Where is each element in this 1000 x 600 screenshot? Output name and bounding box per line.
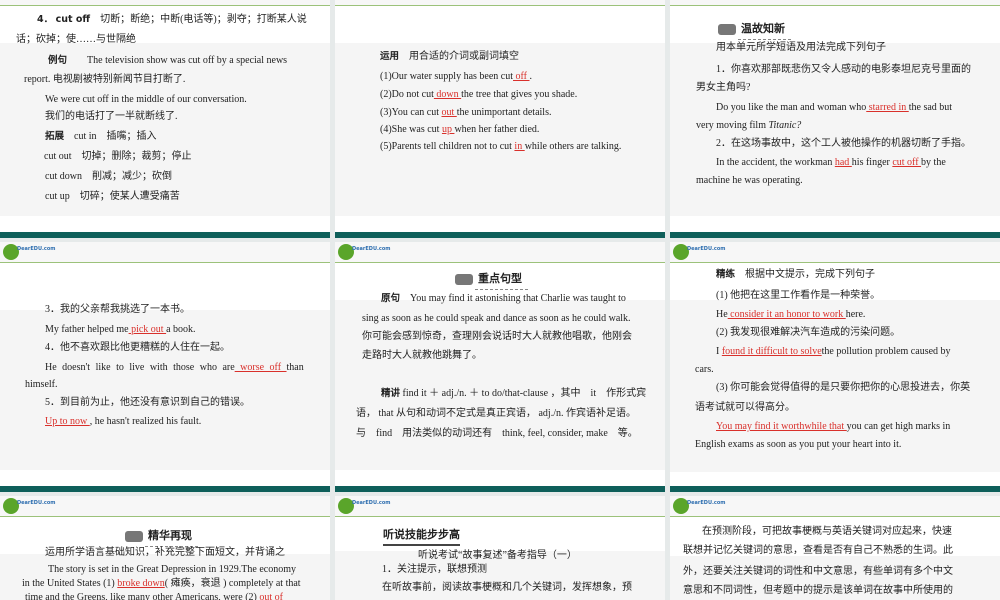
question: (2) 我发现很难解决汽车造成的污染问题。	[716, 327, 901, 338]
answer: down	[433, 89, 462, 100]
definition: 切断；断绝；中断(电话等)；剥夺；打断某人说	[100, 14, 307, 25]
logo: DearEDU.com	[673, 498, 726, 514]
exercise-item: (3)You can cut out the unimportant detai…	[380, 107, 552, 118]
question: 5．到目前为止，他还没有意识到自己的错误。	[45, 397, 250, 408]
slide-listening-guide[interactable]: DearEDU.com 听说技能步步高 听说考试“故事复述”备考指导（一） 1．…	[335, 496, 665, 600]
question: 4．他不喜欢跟比他更糟糕的人住在一起。	[45, 342, 230, 353]
definition-cont: 话；砍掉；使……与世隔绝	[16, 34, 136, 45]
logo: DearEDU.com	[3, 498, 56, 514]
logo: DearEDU.com	[338, 498, 391, 514]
question: 1．你喜欢那部既悲伤又令人感动的电影泰坦尼克号里面的	[716, 64, 971, 75]
exercise-item: (1)Our water supply has been cut off .	[380, 71, 532, 82]
answer: found it difficult to solve	[721, 346, 822, 357]
slide-footer-bar	[670, 232, 1000, 238]
answer: consider it an honor to work	[727, 309, 846, 320]
extension-item: cut up 切碎；使某人遭受痛苦	[45, 191, 180, 202]
section-title: 听说技能步步高	[383, 526, 460, 546]
original-label: 原句	[381, 293, 401, 304]
slide-cut-off[interactable]: 4． cut off 切断；断绝；中断(电话等)；剥夺；打断某人说 话；砍掉；使…	[0, 0, 330, 232]
slide-header	[335, 0, 665, 6]
question: 男女主角吗?	[696, 82, 751, 93]
exercise-item: (5)Parents tell children not to cut in w…	[380, 141, 622, 152]
answer: pick out	[128, 324, 167, 335]
answer: broke down	[117, 578, 165, 589]
slide-footer-bar	[0, 232, 330, 238]
extension-label: 拓展	[45, 131, 65, 142]
question: (1) 他把在这里工作看作是一种荣誉。	[716, 290, 881, 301]
logo: DearEDU.com	[673, 244, 726, 260]
item-number: 4．	[37, 14, 54, 25]
slide-header: DearEDU.com	[0, 242, 330, 263]
slide-header: DearEDU.com	[335, 242, 665, 263]
answer: Up to now	[45, 416, 90, 427]
exercise-item: (4)She was cut up when her father died.	[380, 124, 540, 135]
slide-header: DearEDU.com	[670, 496, 1000, 517]
answer: cut off	[892, 157, 922, 168]
arrow-icon	[718, 23, 736, 35]
slide-footer-bar	[0, 486, 330, 492]
example-text: report. 电视剧被特别新闻节目打断了.	[24, 74, 186, 85]
term: cut off	[55, 14, 91, 25]
explanation-label: 精讲	[381, 388, 401, 399]
section-label: 精练	[716, 269, 736, 280]
exercise-item: (2)Do not cut down the tree that gives y…	[380, 89, 578, 100]
books-icon	[455, 273, 473, 285]
slide-sentences-3-5[interactable]: DearEDU.com 3．我的父亲帮我挑选了一本书。 My father he…	[0, 242, 330, 486]
answer: off	[513, 71, 530, 82]
logo: DearEDU.com	[3, 244, 56, 260]
slide-header: DearEDU.com	[670, 242, 1000, 263]
slide-footer-bar	[670, 486, 1000, 492]
slide-header	[0, 0, 330, 6]
logo: DearEDU.com	[338, 244, 391, 260]
answer: had	[834, 157, 852, 168]
section-title: 重点句型	[455, 270, 528, 290]
question: 2．在这场事故中，这个工人被他操作的机器切断了手指。	[716, 138, 971, 149]
answer-sentence: machine he was operating.	[696, 175, 803, 186]
instruction: 运用所学语言基础知识，补充完整下面短文，并背诵之	[45, 547, 285, 558]
slide-header: DearEDU.com	[335, 496, 665, 517]
extension-item: cut down 削减；减少；砍倒	[45, 171, 172, 182]
question: (3) 你可能会觉得值得的是只要你把你的心思投进去，你英	[716, 382, 971, 393]
slide-summary-passage[interactable]: DearEDU.com 精华再现 运用所学语言基础知识，补充完整下面短文，并背诵…	[0, 496, 330, 600]
slide-header: DearEDU.com	[0, 496, 330, 517]
question: 3．我的父亲帮我挑选了一本书。	[45, 304, 190, 315]
pen-icon	[125, 530, 143, 542]
extension-item: cut out 切掉；删除；裁剪；停止	[44, 151, 192, 162]
heading: 1．关注提示，联想预测	[382, 564, 487, 575]
answer: in	[514, 141, 525, 152]
slide-review[interactable]: 温故知新 用本单元所学短语及用法完成下列句子 1．你喜欢那部既悲伤又令人感动的电…	[670, 0, 1000, 232]
section-title: 温故知新	[718, 20, 791, 40]
answer: You may find it worthwhile that	[716, 421, 847, 432]
answer: up	[441, 124, 455, 135]
section-title: 精华再现	[125, 527, 198, 547]
subtitle: 听说考试“故事复述”备考指导（一）	[418, 550, 577, 561]
instruction: 用本单元所学短语及用法完成下列句子	[716, 42, 886, 53]
example-text: The television show was cut off by a spe…	[87, 55, 288, 66]
extension-item: cut in 插嘴；插入	[74, 131, 157, 142]
slide-practice[interactable]: DearEDU.com 精练 根据中文提示，完成下列句子 (1) 他把在这里工作…	[670, 242, 1000, 486]
slide-footer-bar	[335, 232, 665, 238]
example-text: We were cut off in the middle of our con…	[45, 94, 247, 105]
example-label: 例句	[48, 55, 68, 66]
slide-header	[670, 0, 1000, 6]
answer: out of	[259, 592, 283, 600]
answer: worse off	[234, 362, 287, 373]
example-text: 我们的电话打了一半就断线了.	[45, 111, 178, 122]
slide-fill-in-prepositions[interactable]: 运用 用合适的介词或副词填空 (1)Our water supply has b…	[335, 0, 665, 232]
answer: starred in	[866, 102, 909, 113]
slide-footer-bar	[335, 486, 665, 492]
instruction: 用合适的介词或副词填空	[409, 51, 520, 62]
slide-key-sentence[interactable]: DearEDU.com 重点句型 原句 You may find it asto…	[335, 242, 665, 486]
answer: out	[441, 107, 457, 118]
slide-prediction-tips[interactable]: DearEDU.com 在预测阶段，可把故事梗概与英语关键词对应起来，快速 联想…	[670, 496, 1000, 600]
section-label: 运用	[380, 51, 400, 62]
